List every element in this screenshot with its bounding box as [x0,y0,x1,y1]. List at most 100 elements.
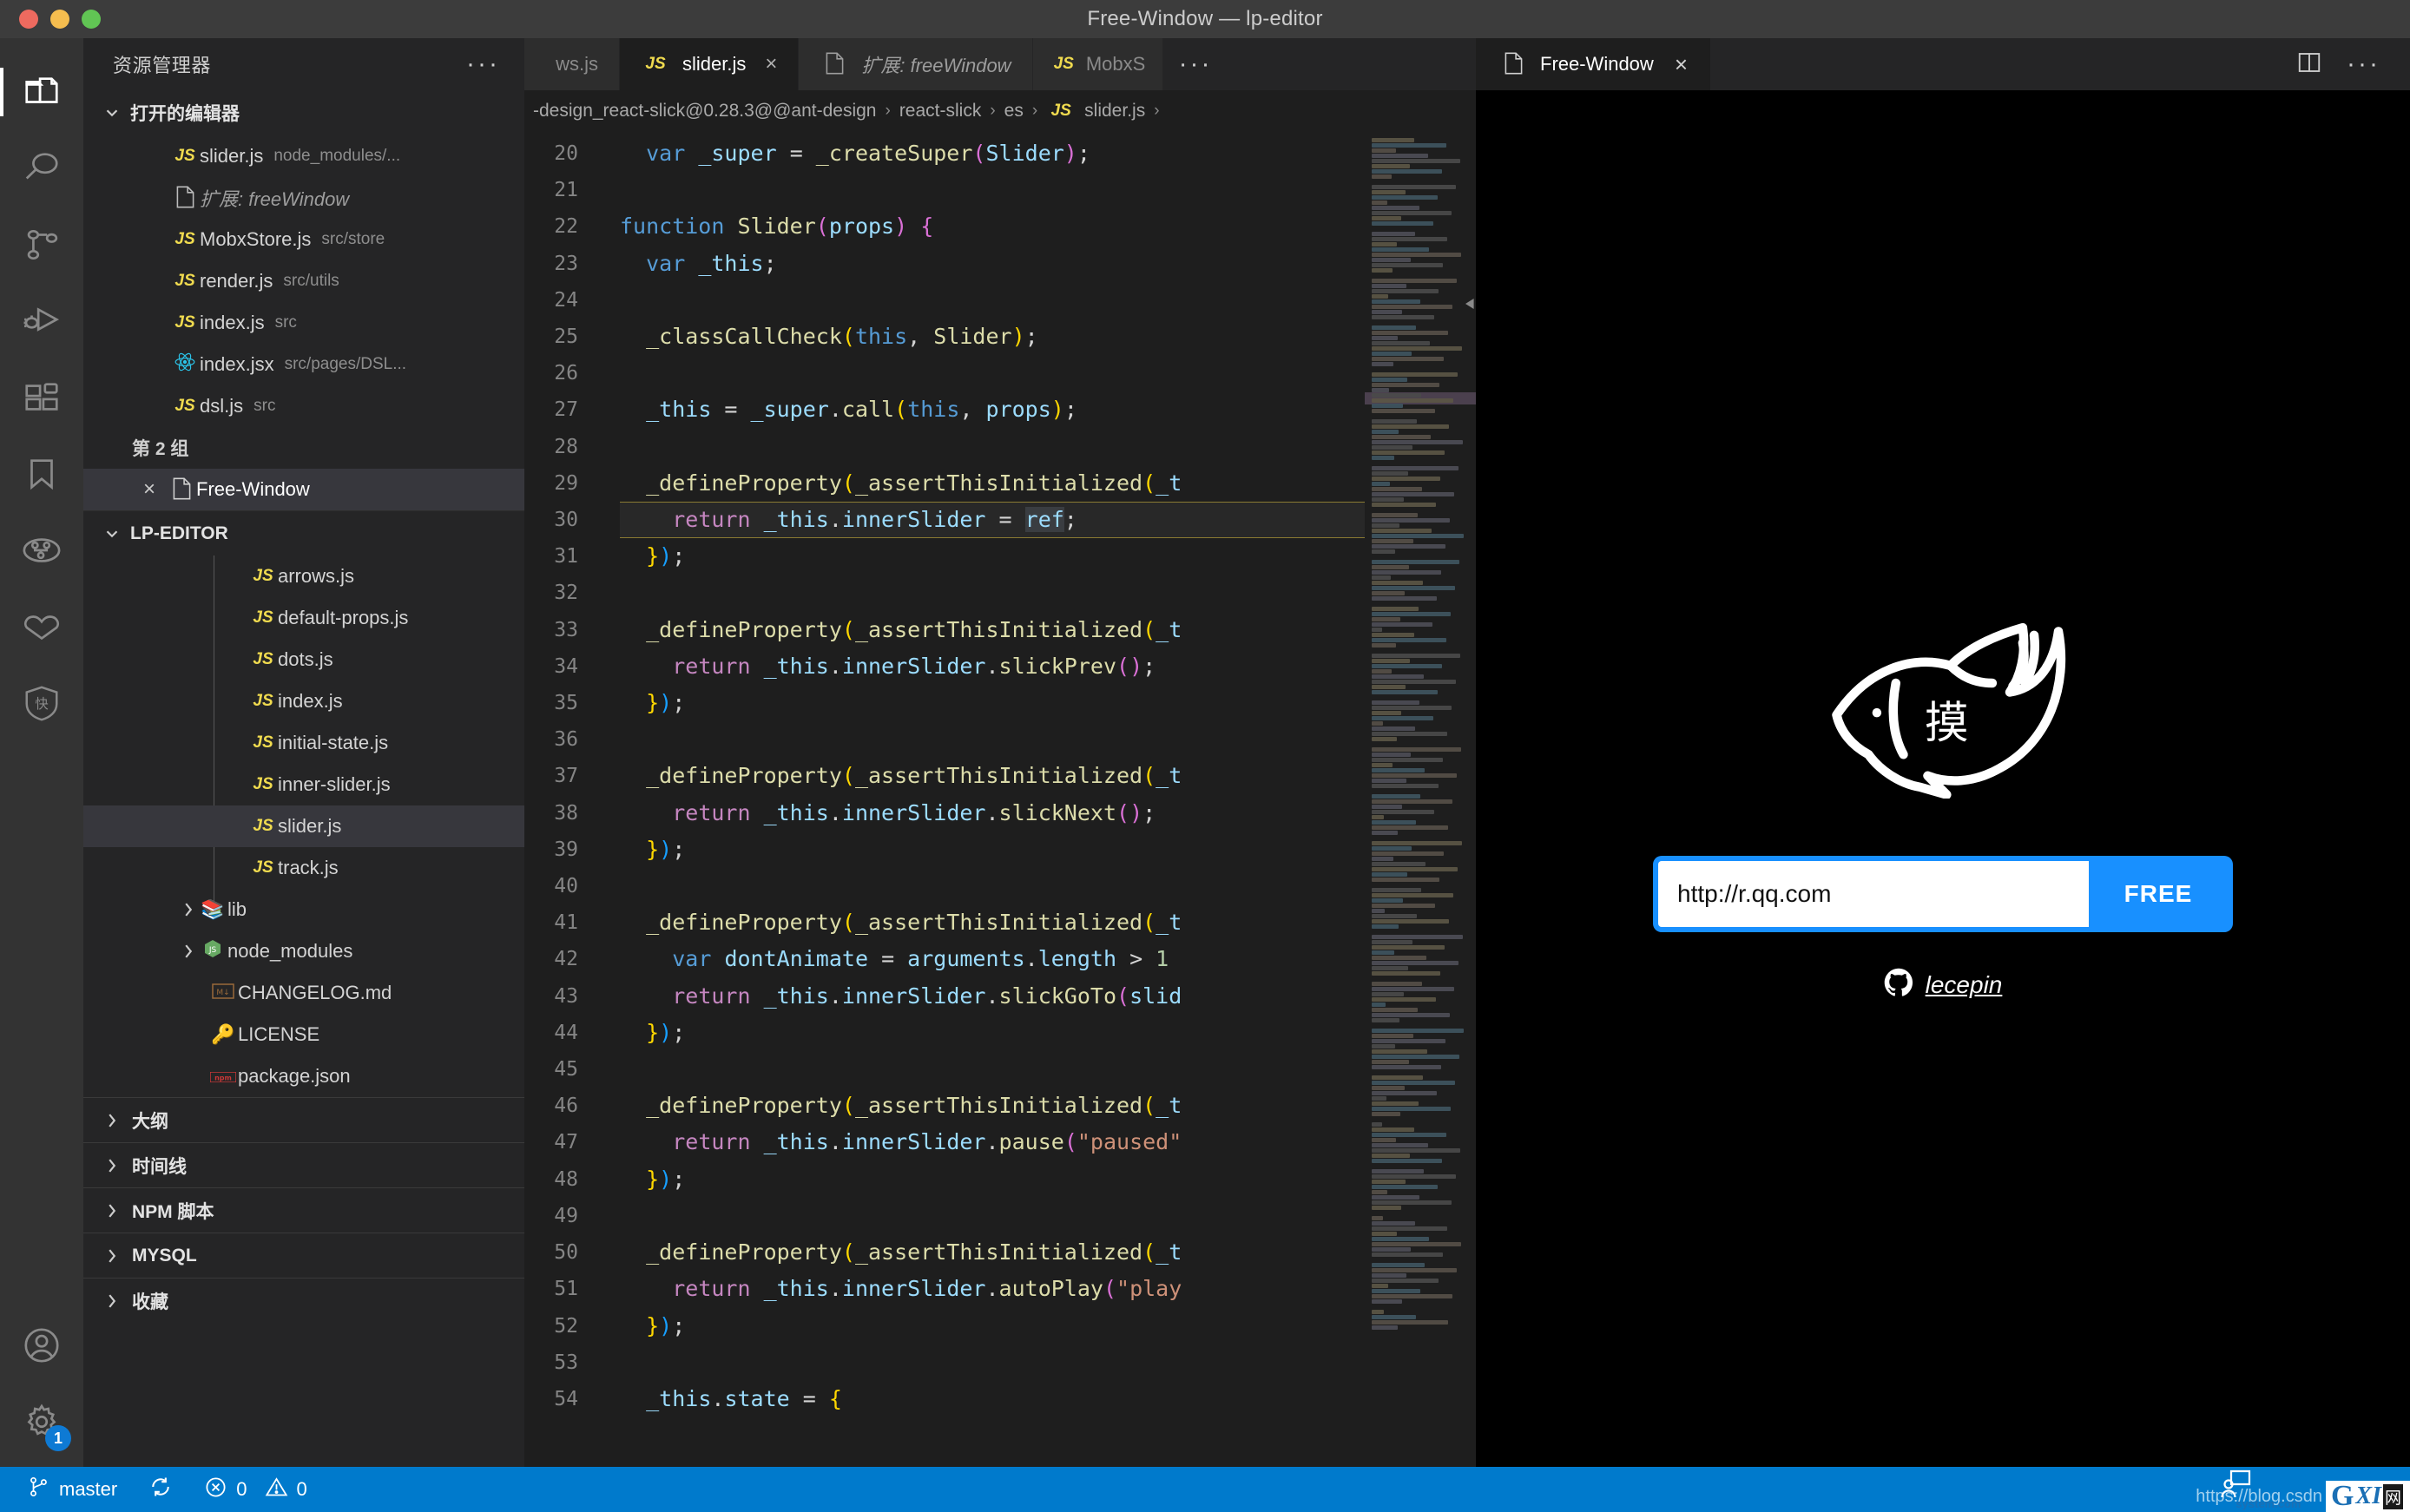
maximize-window-button[interactable] [82,10,101,29]
tree-item-changelog[interactable]: M↓ CHANGELOG.md [83,972,524,1014]
status-branch[interactable]: master [12,1476,133,1503]
tab-free-window[interactable]: Free-Window × [1476,38,1710,90]
code-line[interactable]: return _this.innerSlider.slickPrev(); [620,648,1365,685]
editor-tabs-more-icon[interactable]: ··· [1163,38,1228,90]
code-line[interactable]: }); [620,685,1365,721]
more-actions-icon[interactable]: ··· [2347,51,2380,77]
code-line[interactable] [620,1051,1365,1088]
tab-slider-js[interactable]: JS slider.js × [620,38,800,90]
code-line[interactable] [620,1344,1365,1381]
code-line[interactable] [620,282,1365,319]
list-item[interactable]: JS index.js src [83,302,524,344]
tree-item[interactable]: JS dots.js [83,639,524,680]
code-line[interactable]: }); [620,832,1365,868]
code-line[interactable] [620,172,1365,208]
close-icon[interactable]: × [1675,51,1688,78]
code-line[interactable]: _this.state = { [620,1381,1365,1417]
tree-item-lib[interactable]: 📚 lib [83,889,524,930]
tree-item[interactable]: JS inner-slider.js [83,764,524,805]
activity-item-manage-settings[interactable]: 1 [0,1384,83,1460]
code-line[interactable]: return _this.innerSlider = ref; [620,502,1365,539]
list-item[interactable]: JS render.js src/utils [83,260,524,302]
code-line[interactable]: function Slider(props) { [620,208,1365,245]
tab-ws-js[interactable]: ws.js [524,38,620,90]
code-line[interactable] [620,868,1365,904]
sidebar-more-actions-icon[interactable]: ··· [466,51,500,77]
code-line[interactable]: _classCallCheck(this, Slider); [620,319,1365,355]
tree-item[interactable]: JS default-props.js [83,597,524,639]
tree-item-node-modules[interactable]: JS node_modules [83,930,524,972]
activity-item-bookmarks[interactable] [0,436,83,512]
minimize-window-button[interactable] [50,10,69,29]
window-controls[interactable] [0,10,101,29]
list-item[interactable]: 扩展: freeWindow [83,177,524,219]
github-username[interactable]: lecepin [1926,971,2003,999]
code-line[interactable]: _defineProperty(_assertThisInitialized(_… [620,1234,1365,1271]
close-window-button[interactable] [19,10,38,29]
code-line[interactable]: return _this.innerSlider.slickGoTo(slid [620,978,1365,1015]
activity-item-shield-fast[interactable]: 快 [0,665,83,741]
code-line[interactable]: }); [620,1161,1365,1198]
code-line[interactable]: _defineProperty(_assertThisInitialized(_… [620,1088,1365,1124]
section-lp-editor[interactable]: LP-EDITOR [83,510,524,555]
activity-item-git-graph[interactable] [0,512,83,588]
activity-item-explorer[interactable] [0,54,83,130]
split-editor-icon[interactable] [2296,49,2322,80]
status-problems[interactable]: 0 0 [188,1476,323,1504]
code-line[interactable]: var _this; [620,246,1365,282]
tree-item[interactable]: JS index.js [83,680,524,722]
code-line[interactable]: _defineProperty(_assertThisInitialized(_… [620,758,1365,794]
tree-item-package-json[interactable]: npm package.json [83,1055,524,1097]
section-open-editors[interactable]: 打开的编辑器 [83,90,524,135]
activity-item-search[interactable] [0,130,83,207]
code-line[interactable]: _defineProperty(_assertThisInitialized(_… [620,465,1365,502]
list-item[interactable]: index.jsx src/pages/DSL... [83,344,524,385]
code-line[interactable]: _defineProperty(_assertThisInitialized(_… [620,904,1365,941]
breadcrumb-item[interactable]: slider.js [1084,101,1145,122]
code-line[interactable] [620,575,1365,611]
code-line[interactable]: }); [620,538,1365,575]
code-line[interactable]: _this = _super.call(this, props); [620,391,1365,428]
section-mysql[interactable]: MYSQL [83,1233,524,1278]
list-item[interactable]: JS slider.js node_modules/... [83,135,524,177]
section-timeline[interactable]: 时间线 [83,1142,524,1187]
code-content[interactable]: var _super = _createSuper(Slider); funct… [594,132,1365,1467]
close-icon[interactable]: × [765,52,777,76]
tree-item[interactable]: JS arrows.js [83,555,524,597]
code-line[interactable] [620,429,1365,465]
free-button[interactable]: FREE [2089,861,2228,927]
code-editor[interactable]: 20 21 22 23 24 25 26 27 28 29 30 31 32 33 34 35 36 37 38 39… [524,132,1476,1467]
breadcrumb-item[interactable]: react-slick [899,101,982,122]
code-line[interactable]: var dontAnimate = arguments.length > 1 [620,941,1365,977]
tree-item-license[interactable]: 🔑 LICENSE [83,1014,524,1055]
activity-item-favorites[interactable] [0,588,83,665]
tab-extension-freewindow[interactable]: 扩展: freeWindow [799,38,1033,90]
activity-item-accounts[interactable] [0,1307,83,1384]
section-outline[interactable]: 大纲 [83,1097,524,1142]
list-item[interactable]: JS MobxStore.js src/store [83,219,524,260]
url-input[interactable] [1658,861,2089,927]
close-icon[interactable]: × [132,477,167,502]
status-sync[interactable] [133,1475,188,1504]
minimap[interactable] [1365,132,1476,1467]
code-line[interactable]: var _super = _createSuper(Slider); [620,135,1365,172]
code-line[interactable]: }); [620,1308,1365,1344]
breadcrumb-item[interactable]: -design_react-slick@0.28.3@@ant-design [533,101,876,122]
activity-item-source-control[interactable] [0,207,83,283]
tree-item-slider-js[interactable]: JS slider.js [83,805,524,847]
list-item[interactable]: JS dsl.js src [83,385,524,427]
section-npm-scripts[interactable]: NPM 脚本 [83,1187,524,1233]
activity-item-extensions[interactable] [0,359,83,436]
tab-mobxstore-js[interactable]: JS MobxS [1032,38,1163,90]
section-favorites[interactable]: 收藏 [83,1278,524,1323]
tree-item[interactable]: JS track.js [83,847,524,889]
list-item-free-window[interactable]: × Free-Window [83,469,524,510]
github-link[interactable]: lecepin [1884,968,2003,1002]
code-line[interactable] [620,355,1365,391]
code-line[interactable]: return _this.innerSlider.autoPlay("play [620,1271,1365,1307]
code-line[interactable]: _defineProperty(_assertThisInitialized(_… [620,612,1365,648]
code-line[interactable] [620,1198,1365,1234]
activity-item-run-and-debug[interactable] [0,283,83,359]
code-line[interactable] [620,721,1365,758]
code-line[interactable]: return _this.innerSlider.pause("paused" [620,1124,1365,1160]
